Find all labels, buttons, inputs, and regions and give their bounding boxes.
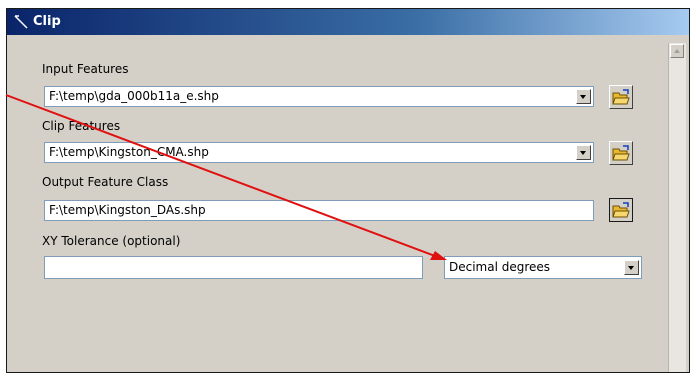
xy-tolerance-unit-value: Decimal degrees — [449, 260, 551, 274]
chevron-down-icon[interactable] — [576, 145, 591, 160]
scroll-up-icon[interactable] — [670, 44, 684, 58]
input-features-label: Input Features — [42, 62, 129, 76]
input-features-browse-button[interactable] — [609, 85, 633, 109]
clip-features-label: Clip Features — [42, 119, 121, 133]
open-folder-icon — [612, 145, 630, 161]
clip-features-field[interactable]: F:\temp\Kingston_CMA.shp — [44, 142, 594, 163]
xy-tolerance-unit-select[interactable]: Decimal degrees — [444, 256, 642, 279]
chevron-down-icon[interactable] — [624, 260, 639, 275]
output-feature-class-value: F:\temp\Kingston_DAs.shp — [49, 203, 206, 217]
xy-tolerance-input[interactable] — [44, 256, 423, 279]
open-folder-icon — [612, 202, 630, 218]
clip-tool-icon — [14, 15, 28, 29]
chevron-down-icon[interactable] — [576, 89, 591, 104]
output-feature-class-browse-button[interactable] — [609, 198, 633, 222]
title-bar: Clip — [7, 9, 689, 35]
output-feature-class-field[interactable]: F:\temp\Kingston_DAs.shp — [44, 200, 594, 221]
input-features-field[interactable]: F:\temp\gda_000b11a_e.shp — [44, 86, 594, 107]
window-title: Clip — [33, 14, 61, 29]
xy-tolerance-label: XY Tolerance (optional) — [42, 234, 181, 248]
clip-features-value: F:\temp\Kingston_CMA.shp — [49, 145, 209, 159]
clip-features-browse-button[interactable] — [609, 141, 633, 165]
input-features-value: F:\temp\gda_000b11a_e.shp — [49, 89, 219, 103]
open-folder-icon — [612, 89, 630, 105]
clip-tool-window: Clip Input Features F:\temp\gda_000b11a_… — [6, 8, 690, 373]
output-feature-class-label: Output Feature Class — [42, 175, 169, 189]
vertical-scrollbar[interactable] — [668, 43, 686, 372]
